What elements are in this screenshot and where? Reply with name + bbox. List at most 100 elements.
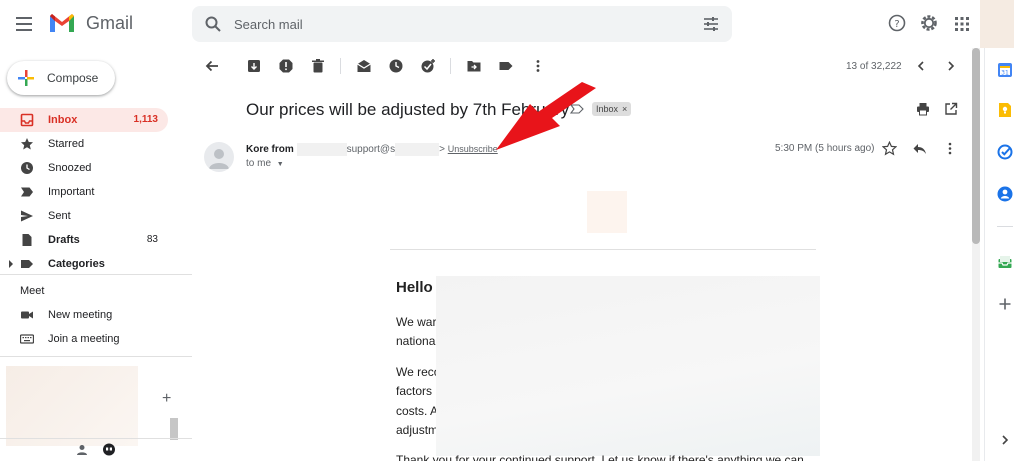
search-bar[interactable]: [192, 6, 732, 42]
sidebar-item-starred[interactable]: Starred: [0, 132, 168, 156]
settings-gear-icon[interactable]: [920, 14, 938, 32]
email-view: 13 of 32,222 Our prices will be adjusted…: [192, 48, 980, 461]
labels-tag-icon[interactable]: [498, 58, 514, 74]
search-input[interactable]: [234, 14, 674, 34]
delete-trash-icon[interactable]: [310, 58, 326, 74]
keyboard-icon: [20, 334, 34, 344]
pagination-count: 13 of 32,222: [846, 61, 902, 72]
sidebar-divider: [0, 274, 192, 275]
email-logo-blurred: [587, 191, 627, 233]
sender-email-part: support@s: [346, 144, 396, 156]
email-body-line: factors: [396, 384, 433, 398]
clock-icon: [21, 162, 33, 174]
add-chat-plus-icon[interactable]: +: [162, 390, 171, 408]
redacted-sender-domain: [395, 143, 440, 156]
add-to-tasks-icon[interactable]: [420, 58, 436, 74]
sender-info: Kore from support@s > Unsubscribe: [246, 143, 498, 156]
meet-item-label: New meeting: [48, 309, 113, 321]
important-marker-icon[interactable]: [570, 104, 584, 114]
default-person-icon: [209, 149, 229, 169]
calendar-icon[interactable]: 31: [997, 62, 1013, 78]
email-subject: Our prices will be adjusted by 7th Febru…: [246, 100, 570, 119]
addon-inbox-icon[interactable]: [997, 254, 1013, 270]
hangouts-quote-icon[interactable]: [102, 443, 116, 457]
sidebar-item-sent[interactable]: Sent: [0, 204, 168, 228]
tasks-icon[interactable]: [997, 144, 1013, 160]
sender-avatar[interactable]: [204, 142, 234, 172]
important-label-icon: [21, 187, 33, 197]
drafts-count: 83: [146, 234, 158, 245]
email-content-blurred: [436, 276, 820, 456]
compose-button[interactable]: Compose: [7, 61, 115, 95]
search-options-icon[interactable]: [702, 15, 720, 33]
meet-new-meeting[interactable]: New meeting: [0, 303, 168, 327]
chevron-down-icon: ▼: [276, 161, 284, 168]
recipient-details-toggle[interactable]: to me ▼: [246, 158, 284, 169]
remove-label-icon[interactable]: ×: [622, 104, 627, 114]
label-tag-icon: [21, 260, 33, 268]
sidebar-item-important[interactable]: Important: [0, 180, 168, 204]
draft-file-icon: [22, 234, 32, 246]
main-scrollbar-thumb[interactable]: [972, 48, 980, 244]
keep-notes-icon[interactable]: [997, 102, 1013, 118]
sidebar-scrollbar[interactable]: [170, 418, 178, 440]
reply-arrow-icon[interactable]: [912, 141, 927, 156]
back-arrow-icon[interactable]: [204, 58, 220, 74]
print-icon[interactable]: [916, 102, 930, 116]
sidebar-item-label: Snoozed: [48, 162, 92, 174]
get-addons-plus-icon[interactable]: [997, 296, 1013, 312]
help-icon[interactable]: ?: [888, 14, 906, 32]
sidebar-item-categories[interactable]: Categories: [0, 252, 168, 276]
expand-caret-icon[interactable]: [9, 260, 13, 268]
meet-join-meeting[interactable]: Join a meeting: [0, 327, 168, 351]
email-body-line: We war: [396, 315, 437, 329]
main-menu-button[interactable]: [14, 14, 34, 34]
inbox-icon: [20, 113, 34, 127]
move-to-folder-icon[interactable]: [466, 58, 482, 74]
email-body-divider: [390, 249, 816, 250]
older-chevron-right-icon[interactable]: [944, 59, 958, 73]
sidebar-item-drafts[interactable]: Drafts 83: [0, 228, 168, 252]
redacted-sender-name: [296, 143, 347, 156]
toolbar-separator: [450, 58, 451, 74]
star-toggle-icon[interactable]: [882, 141, 897, 156]
sidebar-divider: [0, 356, 192, 357]
label-chip-text: Inbox: [596, 104, 619, 114]
gmail-brand-text[interactable]: Gmail: [86, 13, 133, 34]
email-body-line: nationa: [396, 334, 436, 348]
contacts-icon[interactable]: [997, 186, 1013, 202]
sender-email-end: >: [439, 144, 445, 156]
contacts-person-icon[interactable]: [76, 444, 88, 456]
sidebar-item-label: Sent: [48, 210, 71, 222]
inbox-label-chip[interactable]: Inbox ×: [592, 102, 632, 116]
more-vertical-icon[interactable]: [530, 58, 546, 74]
hangouts-avatar-blurred: [6, 366, 138, 446]
compose-label: Compose: [47, 71, 99, 85]
snooze-clock-icon[interactable]: [388, 58, 404, 74]
account-avatar[interactable]: [980, 0, 1014, 48]
email-body-line: adjustm: [396, 423, 439, 437]
sidebar-item-inbox[interactable]: Inbox 1,113: [0, 108, 168, 132]
report-spam-icon[interactable]: [278, 58, 294, 74]
svg-text:31: 31: [1001, 70, 1009, 77]
open-new-window-icon[interactable]: [944, 102, 958, 116]
side-panel: 31: [984, 48, 1024, 461]
unsubscribe-link[interactable]: Unsubscribe: [448, 144, 498, 154]
to-me-label: to me: [246, 158, 272, 169]
compose-plus-icon: [18, 70, 34, 86]
more-options-vertical-icon[interactable]: [944, 141, 956, 156]
apps-grid-icon[interactable]: [954, 16, 970, 32]
sidebar-item-label: Drafts: [48, 234, 80, 246]
sidebar-item-label: Important: [48, 186, 95, 198]
expand-panel-chevron-icon[interactable]: [999, 434, 1011, 446]
archive-icon[interactable]: [246, 58, 262, 74]
sidebar-item-label: Categories: [48, 258, 105, 270]
toolbar-separator: [340, 58, 341, 74]
search-icon[interactable]: [204, 15, 222, 33]
email-body-line: We reco: [396, 365, 441, 379]
newer-chevron-left-icon[interactable]: [914, 59, 928, 73]
sidebar-nav: Inbox 1,113 Starred Snoozed Important Se…: [0, 108, 192, 276]
gmail-logo-icon[interactable]: [48, 12, 76, 34]
sidebar-item-snoozed[interactable]: Snoozed: [0, 156, 168, 180]
mark-unread-icon[interactable]: [356, 58, 372, 74]
